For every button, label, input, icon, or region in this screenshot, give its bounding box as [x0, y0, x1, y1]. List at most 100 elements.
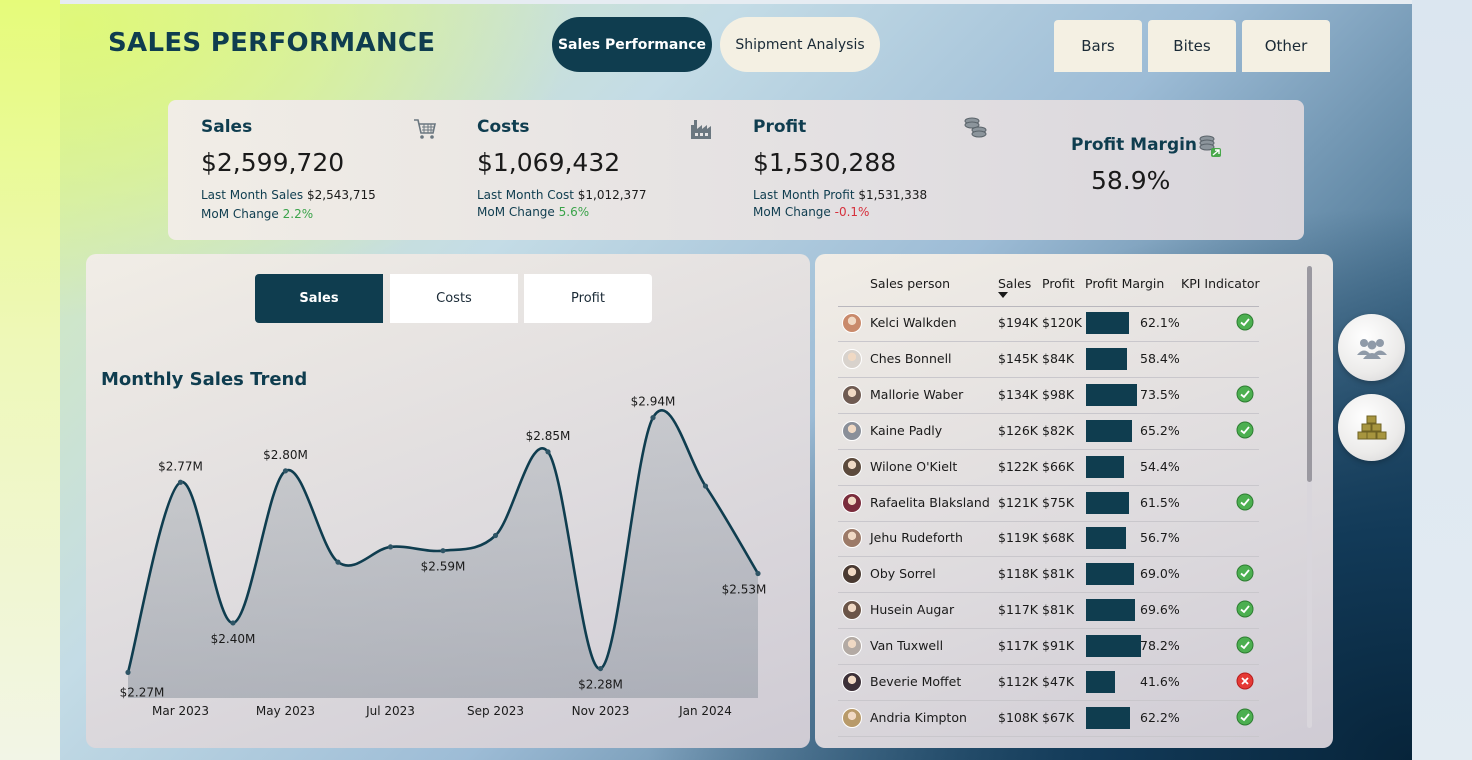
table-row[interactable]: Van Tuxwell $117K $91K 78.2% — [838, 628, 1259, 666]
profit-margin-value: 62.2% — [1140, 709, 1180, 725]
data-label: $2.80M — [263, 448, 308, 462]
sales-value: $121K — [998, 494, 1039, 510]
col-header-kpi-indicator[interactable]: KPI Indicator — [1181, 276, 1260, 291]
profit-margin-value: 69.6% — [1140, 602, 1180, 618]
avatar — [842, 636, 862, 657]
people-view-button[interactable] — [1338, 314, 1405, 381]
table-row[interactable]: Kaine Padly $126K $82K 65.2% — [838, 413, 1259, 450]
salesperson-name: Andria Kimpton — [870, 709, 967, 725]
profit-value: $68K — [1042, 530, 1075, 546]
col-header-sales-person[interactable]: Sales person — [870, 276, 950, 291]
data-label: $2.85M — [526, 429, 571, 443]
data-point[interactable] — [125, 669, 131, 675]
profit-margin-bar — [1086, 491, 1129, 514]
table-row[interactable]: Beverie Moffet $112K $47K 41.6% — [838, 664, 1259, 701]
sort-descending-icon[interactable] — [998, 292, 1008, 298]
sales-value: $134K — [998, 386, 1039, 402]
profit-margin-value: 56.7% — [1140, 530, 1180, 546]
profit-margin-value: 69.0% — [1140, 566, 1180, 582]
salesperson-name: Mallorie Waber — [870, 386, 964, 402]
x-tick-label: May 2023 — [256, 704, 315, 718]
data-point[interactable] — [387, 544, 394, 550]
data-label: $2.28M — [578, 678, 623, 692]
profit-margin-bar — [1086, 563, 1134, 586]
salesperson-name: Husein Augar — [870, 602, 955, 618]
profit-margin-bar — [1086, 383, 1137, 406]
data-label: $2.94M — [631, 395, 676, 409]
avatar — [842, 384, 862, 405]
avatar — [842, 492, 862, 513]
sales-value: $122K — [998, 458, 1039, 474]
data-point[interactable] — [755, 570, 761, 577]
x-circle-icon — [1236, 672, 1254, 690]
profit-value: $75K — [1042, 494, 1075, 510]
sales-value: $119K — [998, 530, 1039, 546]
data-point[interactable] — [282, 468, 289, 474]
table-row[interactable]: Mallorie Waber $134K $98K 73.5% — [838, 377, 1259, 414]
sales-value: $126K — [998, 422, 1039, 438]
profit-value: $120K — [1042, 315, 1083, 330]
data-point[interactable] — [650, 415, 656, 421]
profit-margin-bar — [1086, 419, 1132, 442]
col-header-profit[interactable]: Profit — [1042, 276, 1075, 291]
profit-margin-bar — [1086, 347, 1127, 370]
profit-margin-value: 62.1% — [1140, 315, 1180, 330]
sales-value: $145K — [998, 350, 1039, 366]
profit-margin-value: 73.5% — [1140, 386, 1180, 402]
profit-margin-value: 61.5% — [1140, 494, 1180, 510]
data-label: $2.53M — [722, 583, 767, 597]
table-scrollbar-thumb[interactable] — [1307, 266, 1312, 482]
profit-margin-value: 54.4% — [1140, 458, 1180, 474]
salesperson-name: Kaine Padly — [870, 422, 943, 438]
avatar — [842, 528, 862, 549]
table-row[interactable]: Kelci Walkden $194K $120K 62.1% — [838, 305, 1259, 342]
data-point[interactable] — [492, 532, 499, 539]
profit-margin-bar — [1086, 671, 1115, 693]
inventory-view-button[interactable] — [1338, 394, 1405, 461]
table-row[interactable]: Rafaelita Blaksland $121K $75K 61.5% — [838, 485, 1259, 522]
data-point[interactable] — [545, 449, 551, 455]
profit-margin-bar — [1086, 455, 1124, 478]
table-row[interactable]: Andria Kimpton $108K $67K 62.2% — [838, 700, 1259, 737]
data-point[interactable] — [597, 665, 604, 672]
avatar — [842, 456, 862, 477]
data-point[interactable] — [177, 479, 184, 485]
sales-value: $194K — [998, 315, 1039, 330]
profit-value: $66K — [1042, 458, 1075, 474]
table-row[interactable]: Wilone O'Kielt $122K $66K 54.4% — [838, 449, 1259, 486]
salesperson-name: Van Tuxwell — [870, 638, 944, 654]
data-point[interactable] — [702, 483, 709, 489]
avatar — [842, 564, 862, 585]
profit-value: $47K — [1042, 674, 1075, 689]
salesperson-name: Beverie Moffet — [870, 674, 962, 689]
check-circle-icon — [1236, 385, 1254, 403]
sales-value: $117K — [998, 602, 1039, 618]
profit-margin-bar — [1086, 635, 1141, 658]
col-header-profit-margin[interactable]: Profit Margin — [1085, 276, 1164, 291]
data-point[interactable] — [440, 548, 446, 554]
data-label: $2.40M — [211, 632, 256, 646]
data-point[interactable] — [335, 559, 341, 565]
table-row[interactable]: Ches Bonnell $145K $84K 58.4% — [838, 341, 1259, 378]
salesperson-name: Rafaelita Blaksland — [870, 494, 990, 510]
trend-area — [128, 410, 758, 698]
table-row[interactable]: Husein Augar $117K $81K 69.6% — [838, 592, 1259, 630]
data-label: $2.77M — [158, 459, 203, 473]
col-header-sales[interactable]: Sales — [998, 276, 1031, 291]
table-row[interactable]: Jehu Rudeforth $119K $68K 56.7% — [838, 520, 1259, 558]
profit-margin-value: 41.6% — [1140, 674, 1180, 689]
sales-value: $117K — [998, 638, 1039, 654]
sales-value: $118K — [998, 566, 1039, 582]
table-row[interactable]: Oby Sorrel $118K $81K 69.0% — [838, 556, 1259, 594]
salesperson-name: Oby Sorrel — [870, 566, 936, 582]
profit-value: $81K — [1042, 602, 1075, 618]
data-point[interactable] — [230, 620, 236, 626]
salesperson-name: Kelci Walkden — [870, 315, 957, 330]
sales-value: $108K — [998, 709, 1039, 725]
avatar — [842, 313, 862, 333]
profit-value: $67K — [1042, 709, 1075, 725]
profit-margin-bar — [1086, 706, 1130, 729]
x-tick-label: Sep 2023 — [467, 704, 524, 718]
avatar — [842, 348, 862, 369]
people-icon — [1356, 338, 1387, 359]
